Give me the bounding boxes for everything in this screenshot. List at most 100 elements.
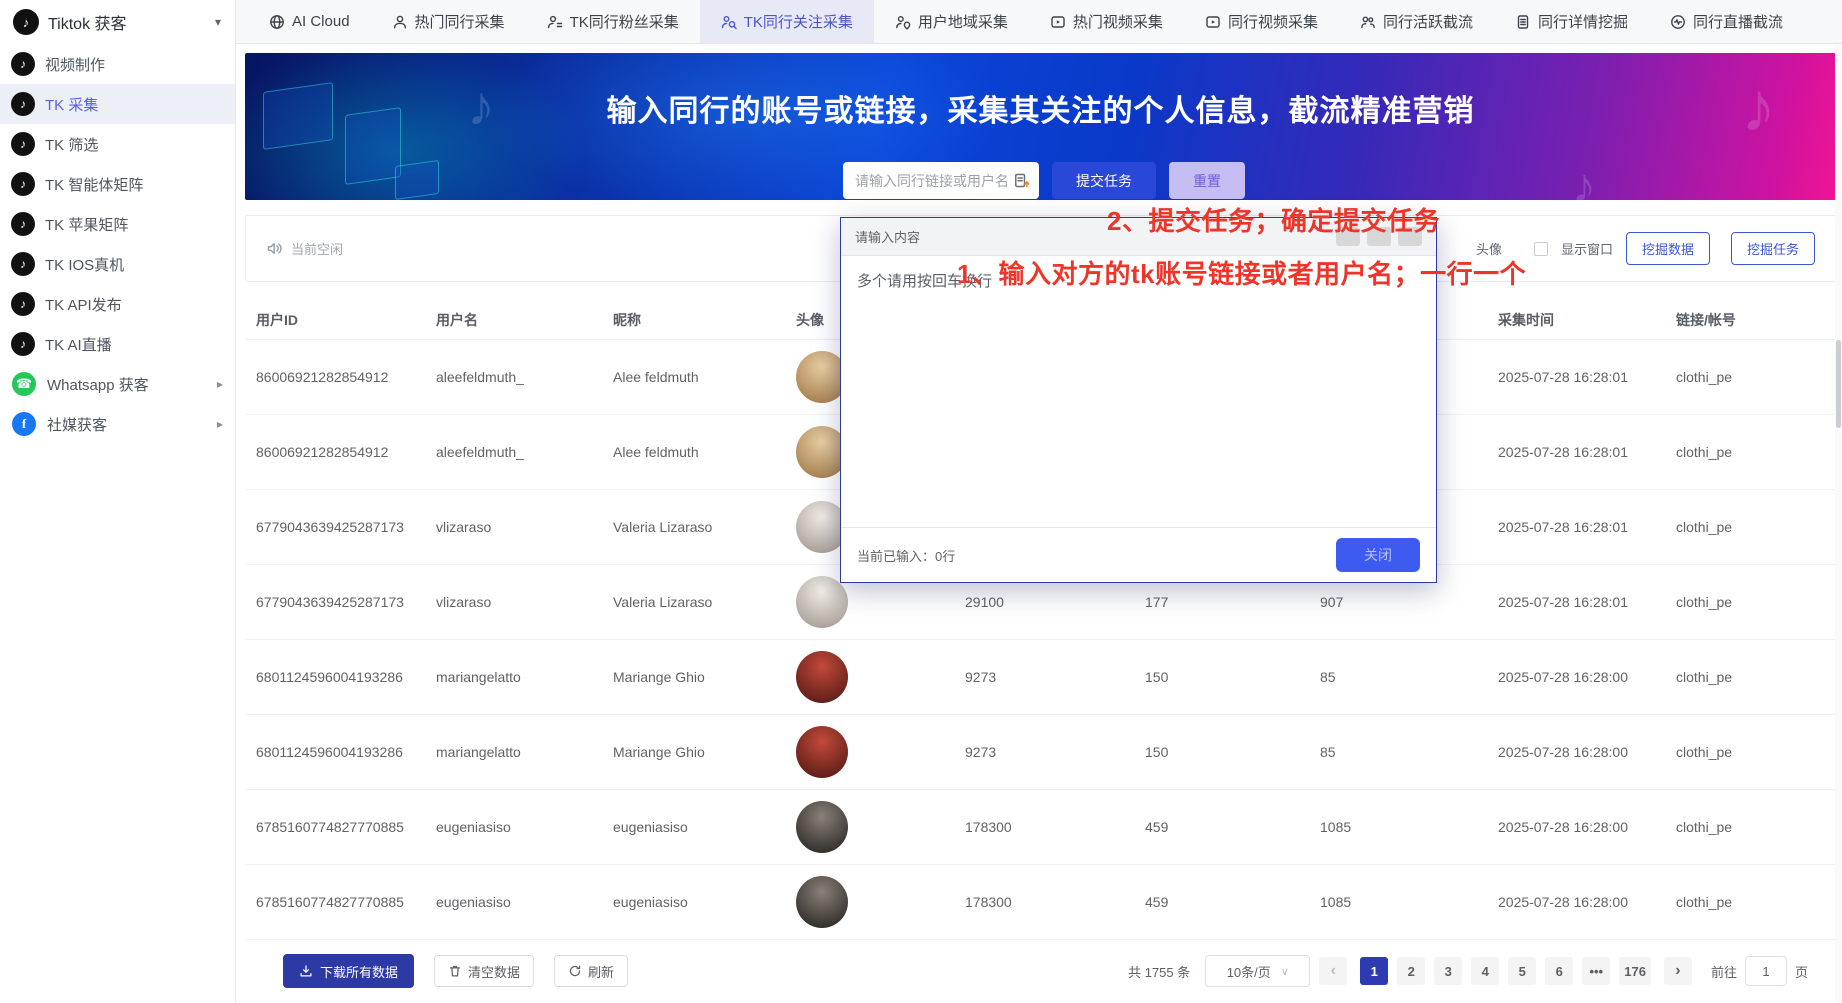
nav-tab[interactable]: 同行视频采集 [1184, 0, 1339, 43]
submit-task-button[interactable]: 提交任务 [1052, 162, 1156, 199]
page-size-select[interactable]: 10条/页 ∨ [1205, 955, 1310, 987]
cell-count-2: 150 [1134, 744, 1309, 760]
sidebar-item-label: TK 采集 [45, 94, 98, 115]
nav-tab[interactable]: 同行直播截流 [1649, 0, 1804, 43]
table-row[interactable]: 6785160774827770885 eugeniasiso eugenias… [245, 865, 1836, 940]
cell-link-account: clothi_pe [1665, 369, 1836, 385]
clear-data-button[interactable]: 清空数据 [434, 955, 534, 987]
cell-avatar [785, 576, 954, 628]
download-icon [299, 964, 313, 978]
table-row[interactable]: 6785160774827770885 eugeniasiso eugenias… [245, 790, 1836, 865]
page-button[interactable]: 1 [1360, 957, 1388, 985]
cell-avatar [785, 876, 954, 928]
sidebar-item-icon: ♪ [12, 213, 34, 235]
cell-username: mariangelatto [425, 669, 602, 685]
cell-username: eugeniasiso [425, 819, 602, 835]
table-footer: 下载所有数据 清空数据 刷新 共 1755 条 10条/页 ∨ ‹ [245, 940, 1836, 1002]
goto-label: 前往 [1711, 962, 1737, 981]
avatar [796, 576, 848, 628]
sidebar-item[interactable]: ♪ TK AI直播 ▸ [0, 324, 235, 364]
goto-page-input[interactable] [1745, 956, 1787, 986]
download-all-button[interactable]: 下载所有数据 [283, 954, 414, 988]
cell-collect-time: 2025-07-28 16:28:01 [1487, 594, 1665, 610]
nav-tab-icon [1670, 14, 1686, 30]
nav-tab-icon [721, 14, 737, 30]
cell-nickname: Valeria Lizaraso [602, 519, 785, 535]
cell-nickname: Valeria Lizaraso [602, 594, 785, 610]
cell-count-1: 9273 [954, 669, 1134, 685]
cell-collect-time: 2025-07-28 16:28:01 [1487, 519, 1665, 535]
nav-tab[interactable]: 同行详情挖掘 [1494, 0, 1649, 43]
sidebar-item-label: TK 筛选 [45, 134, 98, 155]
cell-username: vlizaraso [425, 594, 602, 610]
sidebar-header[interactable]: ♪ Tiktok 获客 ▾ [0, 0, 235, 44]
sidebar-item[interactable]: ♪ TK 采集 ▸ [0, 84, 235, 124]
nav-tab[interactable]: 热门同行采集 [371, 0, 526, 43]
nav-tab-icon [895, 14, 911, 30]
table-row[interactable]: 6801124596004193286 mariangelatto Marian… [245, 715, 1836, 790]
sidebar-item[interactable]: ♪ TK 筛选 ▸ [0, 124, 235, 164]
status-indicator: 当前空闲 [266, 239, 343, 258]
prev-page-button[interactable]: ‹ [1319, 957, 1347, 985]
mine-task-button[interactable]: 挖掘任务 [1731, 232, 1815, 265]
cell-username: eugeniasiso [425, 894, 602, 910]
sidebar-nav: ♪ 视频制作 ▸ ♪ TK 采集 ▸ ♪ TK 筛选 ▸ ♪ [0, 44, 235, 444]
page-button[interactable]: 176 [1619, 957, 1651, 985]
sidebar-item[interactable]: ♪ TK 苹果矩阵 ▸ [0, 204, 235, 244]
next-page-button[interactable]: › [1664, 957, 1692, 985]
reset-button[interactable]: 重置 [1169, 162, 1245, 199]
sidebar-item[interactable]: ♪ TK API发布 ▸ [0, 284, 235, 324]
modal-footer: 当前已输入：0行 关闭 [841, 527, 1436, 582]
cell-count-2: 459 [1134, 894, 1309, 910]
sidebar-item[interactable]: ♪ TK IOS真机 ▸ [0, 244, 235, 284]
status-text: 当前空闲 [291, 239, 343, 258]
banner-title: 输入同行的账号或链接，采集其关注的个人信息，截流精准营销 [245, 53, 1836, 130]
nav-tab-label: 同行详情挖掘 [1538, 11, 1628, 32]
cell-user-id: 6785160774827770885 [245, 819, 425, 835]
page-button[interactable]: 6 [1545, 957, 1573, 985]
cell-link-account: clothi_pe [1665, 594, 1836, 610]
sidebar-item[interactable]: ☎ Whatsapp 获客 ▸ [0, 364, 235, 404]
trash-icon [448, 964, 462, 978]
cell-link-account: clothi_pe [1665, 669, 1836, 685]
nav-tab[interactable]: 热门视频采集 [1029, 0, 1184, 43]
nav-tab-icon [1205, 14, 1221, 30]
table-header-cell: 用户名 [425, 310, 602, 330]
table-row[interactable]: 6801124596004193286 mariangelatto Marian… [245, 640, 1836, 715]
banner-illustration [395, 160, 439, 200]
mine-data-button[interactable]: 挖掘数据 [1626, 232, 1710, 265]
nav-tab[interactable]: TK同行粉丝采集 [526, 0, 700, 43]
page-button[interactable]: 5 [1508, 957, 1536, 985]
sidebar-item-icon: f [12, 412, 36, 436]
scrollbar-thumb[interactable] [1836, 340, 1841, 428]
sidebar-item[interactable]: ♪ TK 智能体矩阵 ▸ [0, 164, 235, 204]
cell-count-2: 150 [1134, 669, 1309, 685]
chevron-down-icon[interactable]: ▾ [215, 15, 221, 29]
modal-textarea[interactable]: 多个请用按回车换行 [841, 256, 1436, 527]
cell-count-2: 459 [1134, 819, 1309, 835]
page-button[interactable]: 4 [1471, 957, 1499, 985]
show-window-checkbox[interactable] [1534, 242, 1548, 256]
refresh-button[interactable]: 刷新 [554, 955, 628, 987]
nav-tab-label: 同行直播截流 [1693, 11, 1783, 32]
nav-tab[interactable]: 同行活跃截流 [1339, 0, 1494, 43]
sidebar-item[interactable]: f 社媒获客 ▸ [0, 404, 235, 444]
peer-link-input[interactable] [855, 173, 1007, 189]
cell-count-1: 178300 [954, 894, 1134, 910]
nav-tab[interactable]: TK同行关注采集 [700, 0, 874, 43]
cell-count-3: 85 [1309, 669, 1487, 685]
page-button[interactable]: ••• [1582, 957, 1610, 985]
page-button[interactable]: 3 [1434, 957, 1462, 985]
page-button[interactable]: 2 [1397, 957, 1425, 985]
close-button[interactable]: 关闭 [1336, 538, 1420, 572]
pagination: 共 1755 条 10条/页 ∨ ‹ 1 2 3 [1128, 955, 1808, 987]
cell-nickname: Alee feldmuth [602, 369, 785, 385]
nav-tab[interactable]: AI Cloud [248, 0, 371, 43]
table-header-cell: 昵称 [602, 310, 785, 330]
sidebar-item[interactable]: ♪ 视频制作 ▸ [0, 44, 235, 84]
sidebar-item-icon: ♪ [12, 53, 34, 75]
peer-link-input-wrap [843, 162, 1039, 199]
paste-input-icon[interactable] [1013, 172, 1030, 189]
nav-tab[interactable]: 用户地域采集 [874, 0, 1029, 43]
page-scrollbar[interactable] [1835, 44, 1842, 1003]
